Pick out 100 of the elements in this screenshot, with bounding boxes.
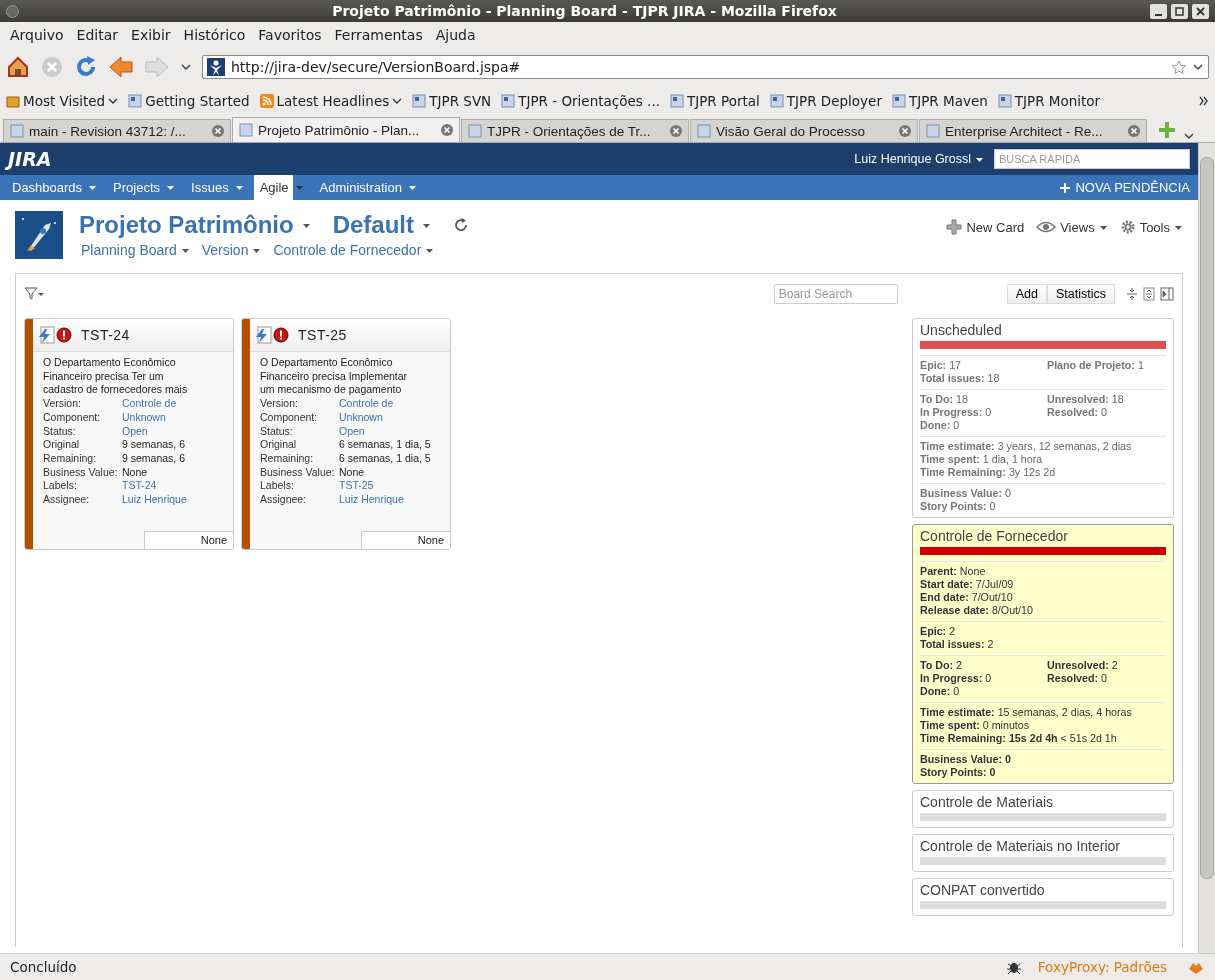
field-link[interactable]: Unknown xyxy=(339,410,383,425)
expand-icon[interactable] xyxy=(1143,287,1155,301)
toolbar-button[interactable]: Tools xyxy=(1119,219,1170,235)
reload-icon[interactable] xyxy=(74,55,98,79)
menu-item[interactable]: Ajuda xyxy=(429,27,482,43)
collapse-icon[interactable] xyxy=(1126,287,1138,301)
close-icon[interactable] xyxy=(899,125,911,137)
maximize-button[interactable] xyxy=(1171,3,1188,19)
browser-tab[interactable]: Visão Geral do Processo xyxy=(690,119,918,142)
tab-list-icon[interactable] xyxy=(1183,130,1195,142)
board-menu-link[interactable]: Controle de Fornecedor xyxy=(273,242,422,258)
bookmark-item[interactable]: TJPR Deployer xyxy=(769,93,882,109)
refresh-icon[interactable] xyxy=(453,217,470,233)
toolbar-button[interactable]: New Card xyxy=(946,219,1025,235)
field-label: Remaining: xyxy=(260,451,315,466)
nav-tab[interactable]: Dashboards xyxy=(6,175,87,200)
menu-item[interactable]: Arquivo xyxy=(4,27,70,43)
bookmark-item[interactable]: TJPR Maven xyxy=(891,93,988,109)
plus-icon[interactable] xyxy=(1060,182,1071,193)
nav-tab[interactable]: Administration xyxy=(313,175,406,200)
nav-tab[interactable]: Agile xyxy=(253,175,293,200)
menu-item[interactable]: Editar xyxy=(70,27,125,43)
scrollbar[interactable] xyxy=(1198,143,1215,953)
close-button[interactable] xyxy=(1192,3,1209,19)
field-value: None xyxy=(122,465,148,480)
drag-handle[interactable] xyxy=(242,319,250,549)
field-link[interactable]: TST-25 xyxy=(339,479,374,494)
gear-icon xyxy=(1119,219,1136,235)
board-search-field[interactable]: Board Search xyxy=(773,284,898,304)
caret-icon xyxy=(234,183,244,192)
create-issue-link[interactable]: NOVA PENDÊNCIA xyxy=(1075,180,1198,195)
drag-handle[interactable] xyxy=(25,319,33,549)
bookmark-item[interactable]: TJPR Portal xyxy=(669,93,760,109)
field-link[interactable]: Open xyxy=(122,424,148,439)
bookmark-item[interactable]: TJPR SVN xyxy=(412,93,492,109)
board-button[interactable]: Add xyxy=(1006,284,1047,304)
toolbar-button[interactable]: Views xyxy=(1036,219,1095,235)
window-menu-icon[interactable] xyxy=(6,4,19,18)
bookmark-item[interactable]: Latest Headlines xyxy=(259,93,403,109)
close-icon[interactable] xyxy=(1128,125,1140,137)
sidebar-toggle-icon[interactable] xyxy=(1160,287,1174,301)
dropdown-icon[interactable] xyxy=(1192,61,1204,73)
project-title[interactable]: Projeto Patrimônio xyxy=(79,211,294,239)
browser-tab[interactable]: Enterprise Architect - Re... xyxy=(919,119,1147,142)
home-icon[interactable] xyxy=(6,55,30,79)
version-panel[interactable] xyxy=(912,524,1174,784)
board-menu-link[interactable]: Planning Board xyxy=(81,242,177,258)
back-arrow-icon[interactable] xyxy=(108,55,134,79)
version-stat: To Do: 18 xyxy=(920,393,969,406)
version-panel[interactable]: CONPAT convertido xyxy=(912,878,1174,916)
quick-search-field[interactable]: BUSCA RÁPIDA xyxy=(994,149,1190,169)
browser-tab[interactable]: main - Revision 43712: /... xyxy=(3,119,231,142)
board-menu-link[interactable]: Version xyxy=(201,242,249,258)
issue-key[interactable]: TST-24 xyxy=(81,327,130,343)
status-text: Concluído xyxy=(10,959,77,975)
field-link[interactable]: TST-24 xyxy=(122,479,157,494)
close-icon[interactable] xyxy=(212,125,224,137)
bookmark-item[interactable]: Most Visited xyxy=(6,93,119,109)
close-icon[interactable] xyxy=(441,124,453,136)
bookmark-item[interactable]: TJPR - Orientações ... xyxy=(501,93,660,109)
version-panel[interactable]: Controle de Materiais no Interior xyxy=(912,834,1174,872)
field-link[interactable]: Open xyxy=(339,424,365,439)
field-link[interactable]: Controle de xyxy=(339,397,394,411)
field-link[interactable]: Unknown xyxy=(122,410,166,425)
user-menu[interactable]: Luiz Henrique Grossl xyxy=(854,152,971,166)
board-selector[interactable]: Default xyxy=(332,211,415,239)
menu-item[interactable]: Favoritos xyxy=(252,27,328,43)
address-bar[interactable]: http://jira-dev/secure/VersionBoard.jspa# xyxy=(202,55,1209,79)
scrollbar-thumb[interactable] xyxy=(1200,157,1214,879)
card-footer-value: None xyxy=(361,531,450,549)
field-link[interactable]: Luiz Henrique xyxy=(339,493,404,507)
menu-item[interactable]: Exibir xyxy=(125,27,177,43)
menu-item[interactable]: Ferramentas xyxy=(328,27,429,43)
field-link[interactable]: Luiz Henrique xyxy=(122,493,187,507)
nav-tab[interactable]: Projects xyxy=(107,175,165,200)
version-panel[interactable]: Controle de Materiais xyxy=(912,790,1174,828)
issue-key[interactable]: TST-25 xyxy=(298,327,347,343)
plus-icon xyxy=(946,219,963,235)
page-icon xyxy=(239,123,253,137)
field-link[interactable]: Controle de xyxy=(122,397,177,411)
board-button[interactable]: Statistics xyxy=(1047,284,1115,304)
more-bookmarks-icon[interactable] xyxy=(1199,96,1209,106)
folder-icon xyxy=(6,94,20,108)
bookmark-item[interactable]: TJPR Monitor xyxy=(997,93,1101,109)
issue-card[interactable] xyxy=(241,318,451,550)
minimize-button[interactable] xyxy=(1150,3,1167,19)
version-stat: In Progress: 0 xyxy=(920,406,993,419)
version-title: Controle de Materiais xyxy=(920,794,1055,810)
bookmark-item[interactable]: Getting Started xyxy=(128,93,250,109)
version-stat: Total issues: 2 xyxy=(920,638,995,651)
filter-icon[interactable] xyxy=(24,287,44,301)
browser-tab[interactable]: Projeto Patrimônio - Plan... xyxy=(232,117,460,142)
issue-card[interactable] xyxy=(24,318,234,550)
nav-tab[interactable]: Issues xyxy=(185,175,233,200)
star-icon[interactable] xyxy=(1172,60,1186,74)
browser-tab[interactable]: TJPR - Orientações de Tr... xyxy=(461,119,689,142)
close-icon[interactable] xyxy=(670,125,682,137)
card-footer-value: None xyxy=(144,531,233,549)
menu-item[interactable]: Histórico xyxy=(177,27,252,43)
version-panel[interactable] xyxy=(912,318,1174,518)
